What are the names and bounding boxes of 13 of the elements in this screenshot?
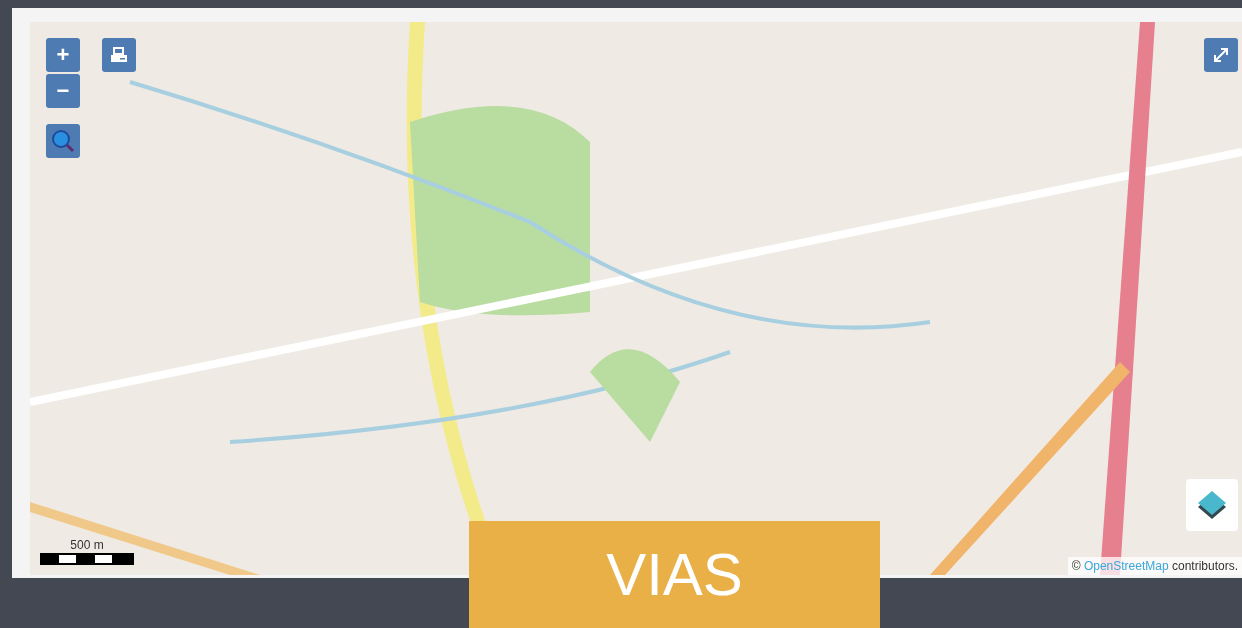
search-icon — [50, 128, 76, 154]
title-banner: VIAS — [469, 521, 880, 628]
expand-icon — [1212, 46, 1230, 64]
fullscreen-button[interactable] — [1204, 38, 1238, 72]
scale-label: 500 m — [70, 538, 104, 552]
print-button[interactable] — [102, 38, 136, 72]
search-button[interactable] — [46, 124, 80, 158]
openstreetmap-link[interactable]: OpenStreetMap — [1083, 559, 1169, 573]
zoom-out-button[interactable]: − — [46, 74, 80, 108]
layers-button[interactable] — [1186, 479, 1238, 531]
zoom-in-button[interactable]: + — [46, 38, 80, 72]
printer-icon — [109, 45, 129, 65]
map-attribution: © OpenStreetMap contributors. — [1067, 557, 1242, 575]
